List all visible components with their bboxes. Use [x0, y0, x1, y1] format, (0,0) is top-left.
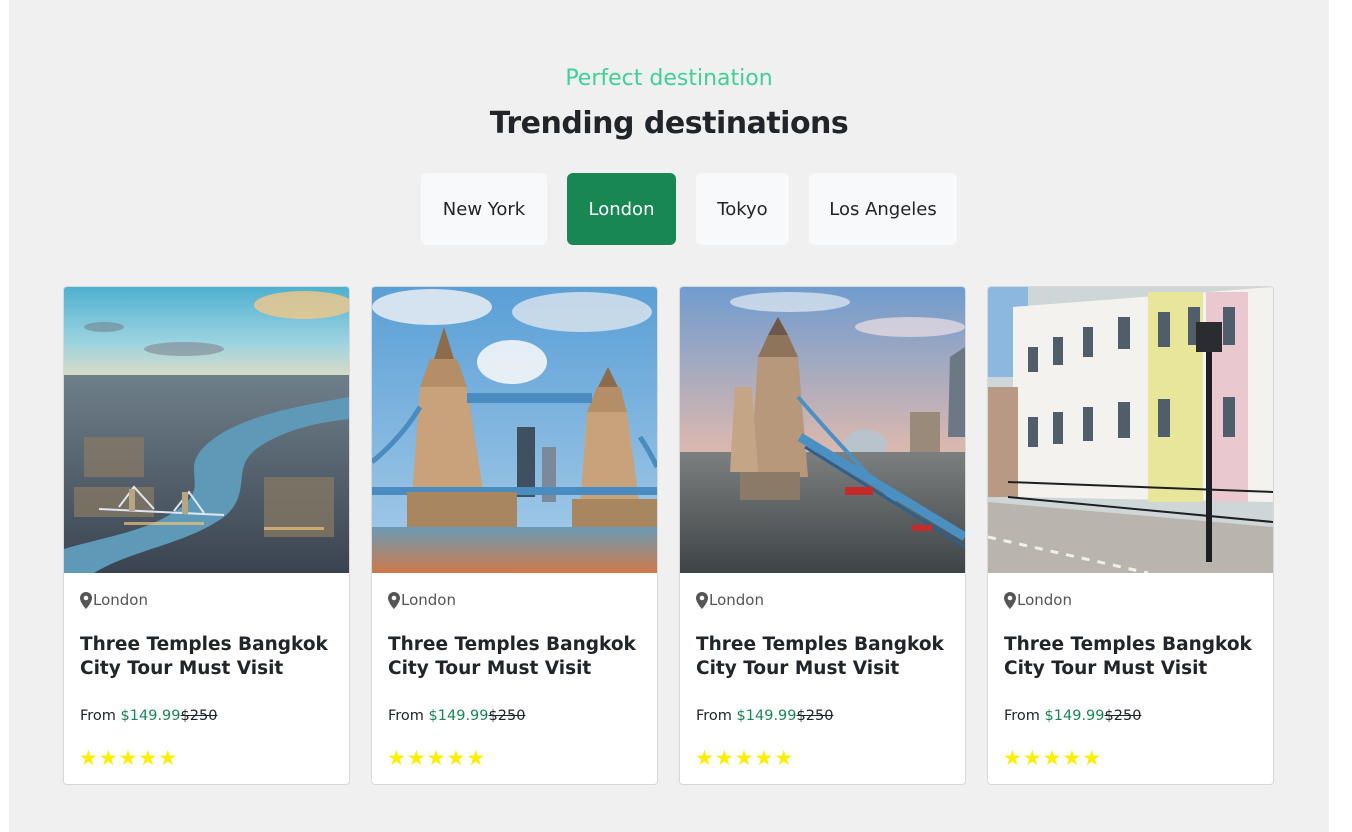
section-title: Trending destinations: [489, 106, 849, 141]
rating-stars: ★ ★ ★ ★ ★: [1003, 747, 1101, 769]
map-pin-icon: [388, 591, 400, 609]
section-eyebrow: Perfect destination: [565, 66, 773, 91]
card-location-label: London: [401, 591, 456, 609]
tab-new-york[interactable]: New York: [421, 173, 547, 245]
star-icon: ★: [426, 746, 446, 770]
card-price: From $149.99$250: [388, 708, 525, 724]
price-prefix: From: [1004, 708, 1040, 724]
tab-los-angeles[interactable]: Los Angeles: [809, 173, 957, 245]
destination-image[interactable]: [372, 287, 657, 573]
card-price: From $149.99$250: [1004, 708, 1141, 724]
star-icon: ★: [1003, 746, 1022, 770]
star-icon: ★: [714, 746, 734, 770]
card-title[interactable]: Three Temples Bangkok City Tour Must Vis…: [80, 633, 330, 681]
star-icon: ★: [138, 746, 158, 770]
destination-tabs: New York London Tokyo Los Angeles: [9, 173, 1329, 245]
star-icon: ★: [406, 746, 426, 770]
star-icon: ★: [446, 746, 466, 770]
star-icon: ★: [1082, 746, 1102, 770]
destination-image[interactable]: [988, 287, 1273, 573]
destination-card[interactable]: London Three Temples Bangkok City Tour M…: [679, 286, 966, 785]
current-price: $149.99: [428, 708, 489, 724]
star-icon: ★: [98, 746, 118, 770]
star-icon: ★: [774, 746, 794, 770]
card-title[interactable]: Three Temples Bangkok City Tour Must Vis…: [1004, 633, 1254, 681]
destination-card[interactable]: London Three Temples Bangkok City Tour M…: [371, 286, 658, 785]
current-price: $149.99: [736, 708, 797, 724]
tab-tokyo[interactable]: Tokyo: [696, 173, 789, 245]
destination-image[interactable]: [680, 287, 965, 573]
star-icon: ★: [1022, 746, 1042, 770]
destination-image[interactable]: [64, 287, 349, 573]
destination-card[interactable]: London Three Temples Bangkok City Tour M…: [987, 286, 1274, 785]
card-location: London: [696, 591, 764, 609]
map-pin-icon: [696, 591, 708, 609]
old-price: $250: [796, 708, 834, 724]
price-prefix: From: [696, 708, 732, 724]
card-price: From $149.99$250: [696, 708, 833, 724]
star-icon: ★: [118, 746, 138, 770]
old-price: $250: [180, 708, 218, 724]
tab-london[interactable]: London: [567, 173, 676, 245]
current-price: $149.99: [1044, 708, 1105, 724]
star-icon: ★: [387, 746, 406, 770]
current-price: $149.99: [120, 708, 181, 724]
star-icon: ★: [466, 746, 486, 770]
star-icon: ★: [754, 746, 774, 770]
card-location: London: [80, 591, 148, 609]
star-icon: ★: [695, 746, 714, 770]
rating-stars: ★ ★ ★ ★ ★: [387, 747, 485, 769]
card-location-label: London: [1017, 591, 1072, 609]
card-title[interactable]: Three Temples Bangkok City Tour Must Vis…: [696, 633, 946, 681]
price-prefix: From: [388, 708, 424, 724]
destination-card[interactable]: London Three Temples Bangkok City Tour M…: [63, 286, 350, 785]
old-price: $250: [488, 708, 526, 724]
card-location-label: London: [709, 591, 764, 609]
price-prefix: From: [80, 708, 116, 724]
card-title[interactable]: Three Temples Bangkok City Tour Must Vis…: [388, 633, 638, 681]
star-icon: ★: [734, 746, 754, 770]
map-pin-icon: [80, 591, 92, 609]
card-location: London: [1004, 591, 1072, 609]
rating-stars: ★ ★ ★ ★ ★: [695, 747, 793, 769]
old-price: $250: [1104, 708, 1142, 724]
star-icon: ★: [1042, 746, 1062, 770]
star-icon: ★: [1062, 746, 1082, 770]
card-price: From $149.99$250: [80, 708, 217, 724]
card-location: London: [388, 591, 456, 609]
map-pin-icon: [1004, 591, 1016, 609]
star-icon: ★: [79, 746, 98, 770]
star-icon: ★: [158, 746, 178, 770]
rating-stars: ★ ★ ★ ★ ★: [79, 747, 177, 769]
card-location-label: London: [93, 591, 148, 609]
